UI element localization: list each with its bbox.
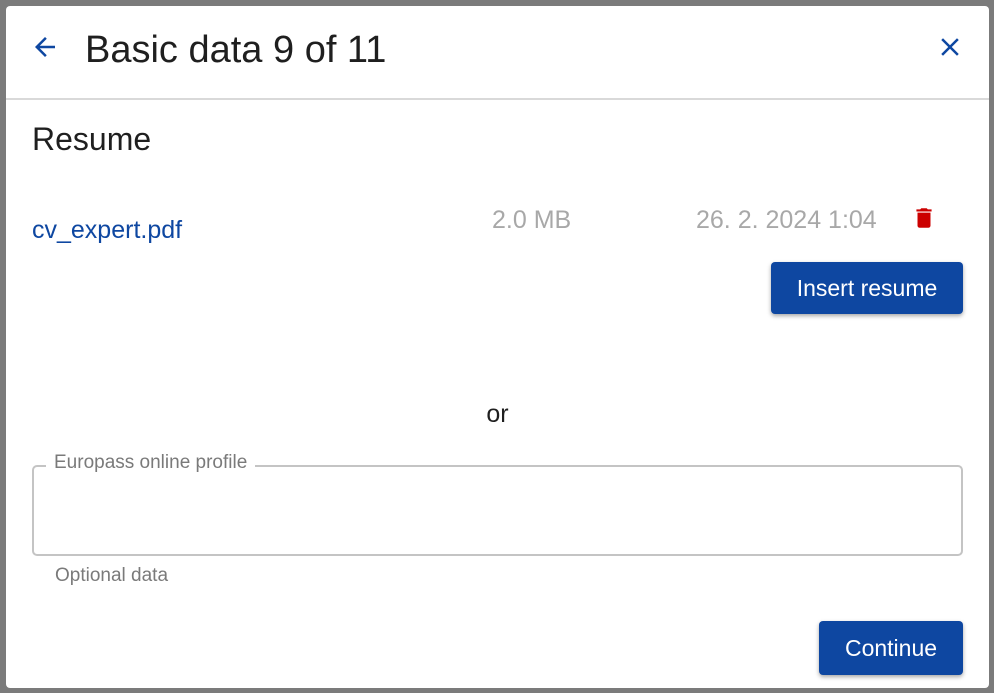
back-button[interactable]: [28, 32, 62, 66]
dialog: Basic data 9 of 11 Resume cv_expert.pdf …: [6, 6, 989, 688]
arrow-left-icon: [30, 32, 60, 67]
or-separator: or: [486, 400, 509, 428]
file-date: 26. 2. 2024 1:04: [696, 206, 877, 234]
delete-file-button[interactable]: [910, 206, 938, 234]
continue-button[interactable]: Continue: [819, 621, 963, 675]
dialog-title: Basic data 9 of 11: [85, 29, 387, 71]
insert-resume-button[interactable]: Insert resume: [771, 262, 963, 314]
europass-helper-text: Optional data: [55, 565, 169, 586]
europass-field-label: Europass online profile: [46, 452, 256, 474]
europass-profile-input[interactable]: [50, 490, 954, 532]
file-size: 2.0 MB: [492, 206, 572, 234]
close-icon: [935, 32, 965, 67]
dialog-header: Basic data 9 of 11: [6, 6, 989, 100]
close-button[interactable]: [933, 32, 967, 66]
resume-file-link[interactable]: cv_expert.pdf: [32, 215, 182, 245]
trash-icon: [911, 205, 937, 236]
section-title: Resume: [32, 121, 152, 157]
